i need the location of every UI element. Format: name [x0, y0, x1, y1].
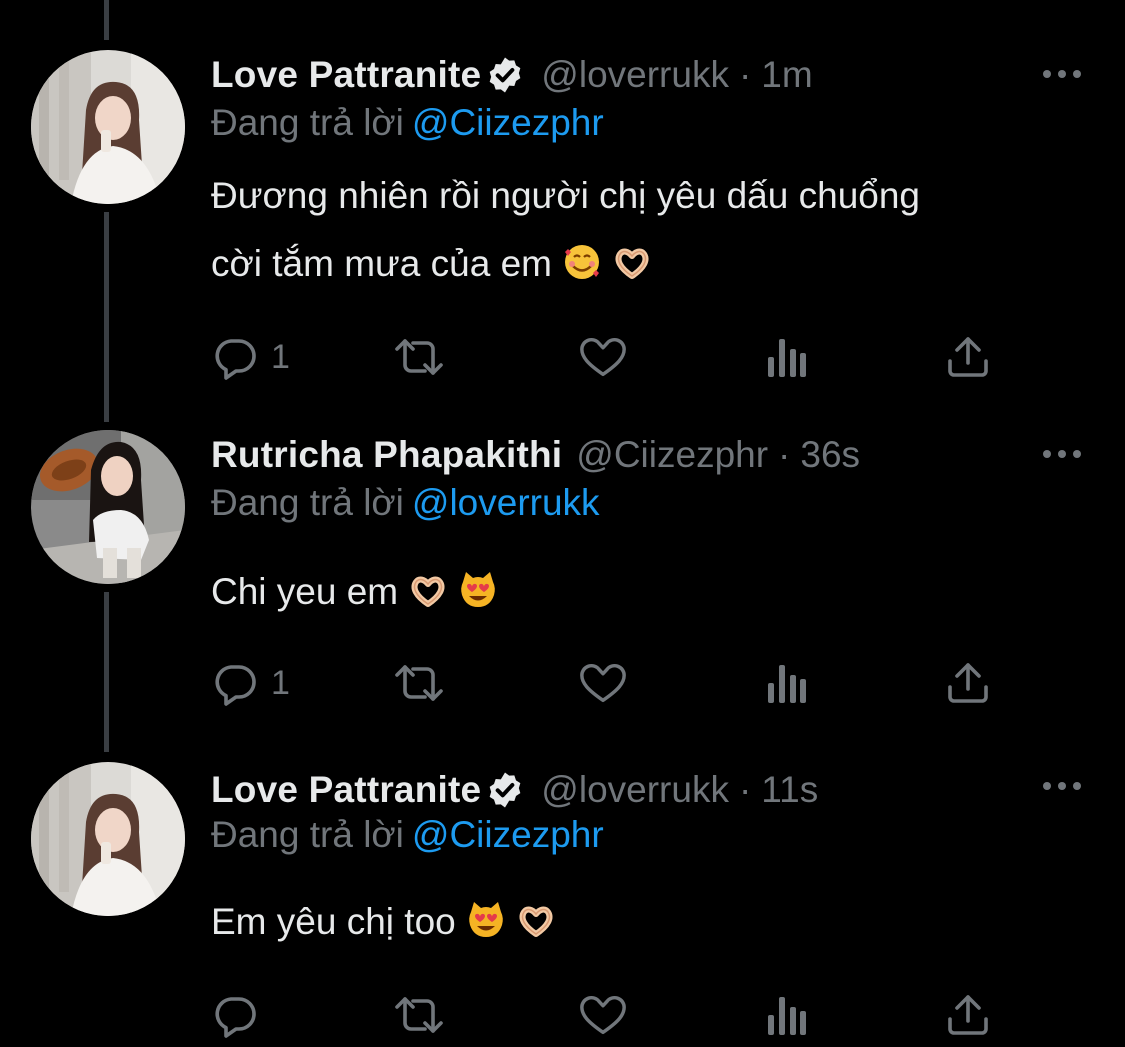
retweet-icon	[395, 665, 443, 701]
thread-line-top	[104, 0, 109, 40]
like-button[interactable]	[578, 658, 628, 708]
share-icon	[948, 995, 988, 1035]
verified-badge-icon	[489, 772, 521, 808]
retweet-icon	[395, 339, 443, 375]
reply-icon	[215, 997, 256, 1038]
handle[interactable]: @Ciizezphr	[576, 434, 768, 476]
analytics-button[interactable]	[764, 990, 808, 1040]
heart-hands-icon	[411, 576, 445, 607]
separator: ·	[778, 434, 791, 475]
share-button[interactable]	[944, 658, 992, 708]
avatar[interactable]	[31, 50, 185, 204]
like-icon	[580, 663, 626, 703]
tweet-text-line-content: Chi yeu em	[211, 571, 399, 612]
reply-prefix: Đang trả lời	[211, 482, 404, 523]
analytics-button[interactable]	[764, 658, 808, 708]
tweet-text: Em yêu chị too	[211, 888, 556, 956]
reply-mention-link[interactable]: @Ciizezphr	[412, 102, 604, 143]
retweet-icon	[395, 997, 443, 1033]
more-icon[interactable]	[1040, 776, 1084, 796]
heart-hands-icon	[615, 248, 649, 279]
tweet-actions: 1	[211, 332, 1011, 382]
more-icon[interactable]	[1040, 444, 1084, 464]
share-icon	[948, 337, 988, 377]
tweet-text-line: Đương nhiên rồi người chị yêu dấu chuổng	[211, 175, 920, 216]
tweet-text: Chi yeu em	[211, 558, 498, 626]
tweet-header: Love Pattranite @loverrukk · 1m	[211, 50, 813, 100]
separator: ·	[738, 769, 752, 810]
tweet-text-line-content: cời tắm mưa của em	[211, 243, 553, 284]
retweet-button[interactable]	[391, 658, 447, 708]
like-icon	[580, 995, 626, 1035]
handle[interactable]: @loverrukk	[541, 769, 729, 811]
reply-count: 1	[271, 663, 290, 702]
tweet-header: Love Pattranite @loverrukk · 11s	[211, 765, 818, 815]
heart-hands-icon	[519, 906, 553, 937]
reply-icon	[215, 339, 256, 380]
avatar[interactable]	[31, 430, 185, 584]
display-name[interactable]: Love Pattranite	[211, 769, 481, 811]
tweet[interactable]: Rutricha Phapakithi @Ciizezphr · 36s Đan…	[0, 430, 1125, 720]
like-button[interactable]	[578, 990, 628, 1040]
tweet[interactable]: Love Pattranite @loverrukk · 1m Đang trả…	[0, 50, 1125, 390]
timestamp[interactable]: 36s	[800, 434, 860, 476]
tweet-text-line: Em yêu chị too	[211, 888, 556, 956]
analytics-button[interactable]	[764, 332, 808, 382]
timestamp[interactable]: 11s	[761, 769, 818, 811]
verified-badge-icon	[489, 57, 521, 93]
smiling-face-with-hearts-icon	[565, 245, 600, 279]
reply-button[interactable]: 1	[211, 658, 290, 708]
reply-count: 1	[271, 337, 290, 376]
reply-button[interactable]	[211, 990, 271, 1040]
tweet-actions: 1	[211, 658, 1011, 708]
heart-eyes-cat-icon	[461, 572, 495, 607]
tweet-actions	[211, 990, 1011, 1040]
reply-mention-link[interactable]: @Ciizezphr	[412, 814, 604, 855]
retweet-button[interactable]	[391, 332, 447, 382]
tweet-text-line-2: cời tắm mưa của em	[211, 230, 920, 298]
tweet-text-line-content: Em yêu chị too	[211, 901, 456, 942]
reply-prefix: Đang trả lời	[211, 102, 404, 143]
reply-mention-link[interactable]: @loverrukk	[412, 482, 600, 523]
analytics-icon	[768, 665, 806, 703]
display-name[interactable]: Love Pattranite	[211, 54, 481, 96]
reply-context: Đang trả lời @Ciizezphr	[211, 102, 604, 144]
tweet-header: Rutricha Phapakithi @Ciizezphr · 36s	[211, 430, 860, 480]
reply-prefix: Đang trả lời	[211, 814, 404, 855]
reply-context: Đang trả lời @Ciizezphr	[211, 814, 604, 856]
tweet-text: Đương nhiên rồi người chị yêu dấu chuổng…	[211, 162, 920, 298]
like-icon	[580, 337, 626, 377]
share-button[interactable]	[944, 332, 992, 382]
reply-button[interactable]: 1	[211, 332, 290, 382]
more-icon[interactable]	[1040, 64, 1084, 84]
tweet[interactable]: Love Pattranite @loverrukk · 11s Đang tr…	[0, 762, 1125, 1047]
reply-icon	[215, 665, 256, 706]
reply-context: Đang trả lời @loverrukk	[211, 482, 600, 524]
analytics-icon	[768, 339, 806, 377]
separator: ·	[738, 54, 752, 95]
tweet-text-line: Chi yeu em	[211, 558, 498, 626]
heart-eyes-cat-icon	[468, 902, 503, 937]
share-button[interactable]	[944, 990, 992, 1040]
timestamp[interactable]: 1m	[761, 54, 812, 96]
analytics-icon	[768, 997, 806, 1035]
handle[interactable]: @loverrukk	[541, 54, 729, 96]
display-name[interactable]: Rutricha Phapakithi	[211, 434, 562, 476]
share-icon	[948, 663, 988, 703]
like-button[interactable]	[578, 332, 628, 382]
retweet-button[interactable]	[391, 990, 447, 1040]
avatar[interactable]	[31, 762, 185, 916]
